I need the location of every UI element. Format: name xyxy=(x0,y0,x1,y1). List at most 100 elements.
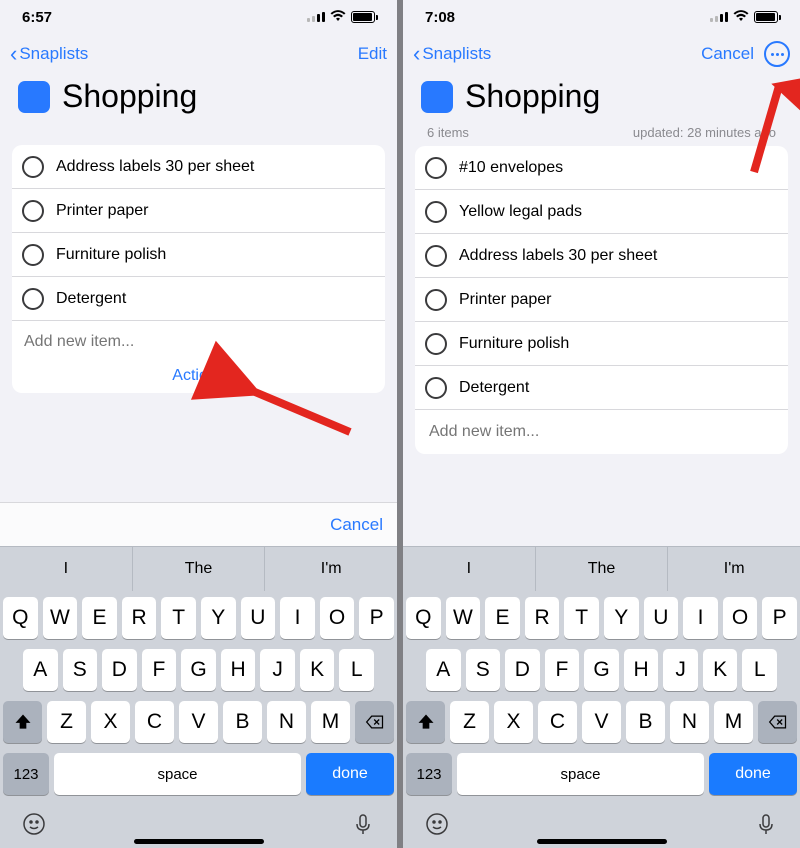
key-m[interactable]: M xyxy=(311,701,350,743)
prediction[interactable]: I'm xyxy=(265,547,397,591)
list-item[interactable]: Detergent xyxy=(12,277,385,321)
numbers-key[interactable]: 123 xyxy=(3,753,49,795)
checkbox-icon[interactable] xyxy=(425,245,447,267)
key-v[interactable]: V xyxy=(179,701,218,743)
backspace-key[interactable] xyxy=(355,701,394,743)
key-y[interactable]: Y xyxy=(604,597,639,639)
key-w[interactable]: W xyxy=(446,597,481,639)
nav-cancel-button[interactable]: Cancel xyxy=(701,44,754,64)
prediction[interactable]: I'm xyxy=(668,547,800,591)
key-d[interactable]: D xyxy=(505,649,540,691)
key-y[interactable]: Y xyxy=(201,597,236,639)
key-s[interactable]: S xyxy=(466,649,501,691)
key-e[interactable]: E xyxy=(82,597,117,639)
nav-edit-button[interactable]: Edit xyxy=(358,44,387,64)
checkbox-icon[interactable] xyxy=(425,333,447,355)
add-item-input[interactable] xyxy=(24,333,373,351)
emoji-icon[interactable] xyxy=(22,812,46,841)
key-c[interactable]: C xyxy=(538,701,577,743)
emoji-icon[interactable] xyxy=(425,812,449,841)
checkbox-icon[interactable] xyxy=(425,377,447,399)
key-i[interactable]: I xyxy=(280,597,315,639)
key-u[interactable]: U xyxy=(241,597,276,639)
key-h[interactable]: H xyxy=(624,649,659,691)
key-l[interactable]: L xyxy=(339,649,374,691)
mic-icon[interactable] xyxy=(754,812,778,841)
list-item[interactable]: Furniture polish xyxy=(415,322,788,366)
prediction[interactable]: I xyxy=(403,547,536,591)
backspace-key[interactable] xyxy=(758,701,797,743)
key-t[interactable]: T xyxy=(564,597,599,639)
key-x[interactable]: X xyxy=(494,701,533,743)
list-color-swatch[interactable] xyxy=(18,81,50,113)
done-key[interactable]: done xyxy=(306,753,394,795)
key-l[interactable]: L xyxy=(742,649,777,691)
checkbox-icon[interactable] xyxy=(425,157,447,179)
keyboard-cancel-button[interactable]: Cancel xyxy=(330,515,383,535)
list-item[interactable]: Address labels 30 per sheet xyxy=(415,234,788,278)
list-item[interactable]: Detergent xyxy=(415,366,788,410)
nav-back-button[interactable]: ‹ Snaplists xyxy=(413,43,491,65)
list-item[interactable]: Printer paper xyxy=(415,278,788,322)
checkbox-icon[interactable] xyxy=(425,201,447,223)
shift-key[interactable] xyxy=(406,701,445,743)
key-x[interactable]: X xyxy=(91,701,130,743)
key-c[interactable]: C xyxy=(135,701,174,743)
list-item[interactable]: Furniture polish xyxy=(12,233,385,277)
add-item-input[interactable] xyxy=(429,423,774,441)
key-q[interactable]: Q xyxy=(3,597,38,639)
key-z[interactable]: Z xyxy=(47,701,86,743)
key-w[interactable]: W xyxy=(43,597,78,639)
key-m[interactable]: M xyxy=(714,701,753,743)
key-n[interactable]: N xyxy=(670,701,709,743)
space-key[interactable]: space xyxy=(457,753,704,795)
checkbox-icon[interactable] xyxy=(425,289,447,311)
key-r[interactable]: R xyxy=(525,597,560,639)
key-f[interactable]: F xyxy=(142,649,177,691)
space-key[interactable]: space xyxy=(54,753,301,795)
checkbox-icon[interactable] xyxy=(22,156,44,178)
key-f[interactable]: F xyxy=(545,649,580,691)
list-item[interactable]: #10 envelopes xyxy=(415,146,788,190)
key-g[interactable]: G xyxy=(181,649,216,691)
shift-key[interactable] xyxy=(3,701,42,743)
key-o[interactable]: O xyxy=(320,597,355,639)
key-t[interactable]: T xyxy=(161,597,196,639)
key-v[interactable]: V xyxy=(582,701,621,743)
key-a[interactable]: A xyxy=(426,649,461,691)
key-z[interactable]: Z xyxy=(450,701,489,743)
key-j[interactable]: J xyxy=(663,649,698,691)
home-indicator[interactable] xyxy=(537,839,667,844)
key-g[interactable]: G xyxy=(584,649,619,691)
prediction[interactable]: The xyxy=(536,547,669,591)
more-button[interactable] xyxy=(764,41,790,67)
list-color-swatch[interactable] xyxy=(421,81,453,113)
prediction[interactable]: I xyxy=(0,547,133,591)
numbers-key[interactable]: 123 xyxy=(406,753,452,795)
key-h[interactable]: H xyxy=(221,649,256,691)
key-q[interactable]: Q xyxy=(406,597,441,639)
key-r[interactable]: R xyxy=(122,597,157,639)
key-p[interactable]: P xyxy=(359,597,394,639)
checkbox-icon[interactable] xyxy=(22,200,44,222)
list-item[interactable]: Printer paper xyxy=(12,189,385,233)
key-d[interactable]: D xyxy=(102,649,137,691)
list-item[interactable]: Yellow legal pads xyxy=(415,190,788,234)
checkbox-icon[interactable] xyxy=(22,244,44,266)
key-k[interactable]: K xyxy=(300,649,335,691)
key-j[interactable]: J xyxy=(260,649,295,691)
list-item[interactable]: Address labels 30 per sheet xyxy=(12,145,385,189)
actions-button[interactable]: Actions xyxy=(12,359,385,393)
mic-icon[interactable] xyxy=(351,812,375,841)
key-k[interactable]: K xyxy=(703,649,738,691)
prediction[interactable]: The xyxy=(133,547,266,591)
key-o[interactable]: O xyxy=(723,597,758,639)
done-key[interactable]: done xyxy=(709,753,797,795)
key-p[interactable]: P xyxy=(762,597,797,639)
key-b[interactable]: B xyxy=(626,701,665,743)
checkbox-icon[interactable] xyxy=(22,288,44,310)
key-n[interactable]: N xyxy=(267,701,306,743)
home-indicator[interactable] xyxy=(134,839,264,844)
key-s[interactable]: S xyxy=(63,649,98,691)
add-item-area[interactable] xyxy=(12,321,385,359)
